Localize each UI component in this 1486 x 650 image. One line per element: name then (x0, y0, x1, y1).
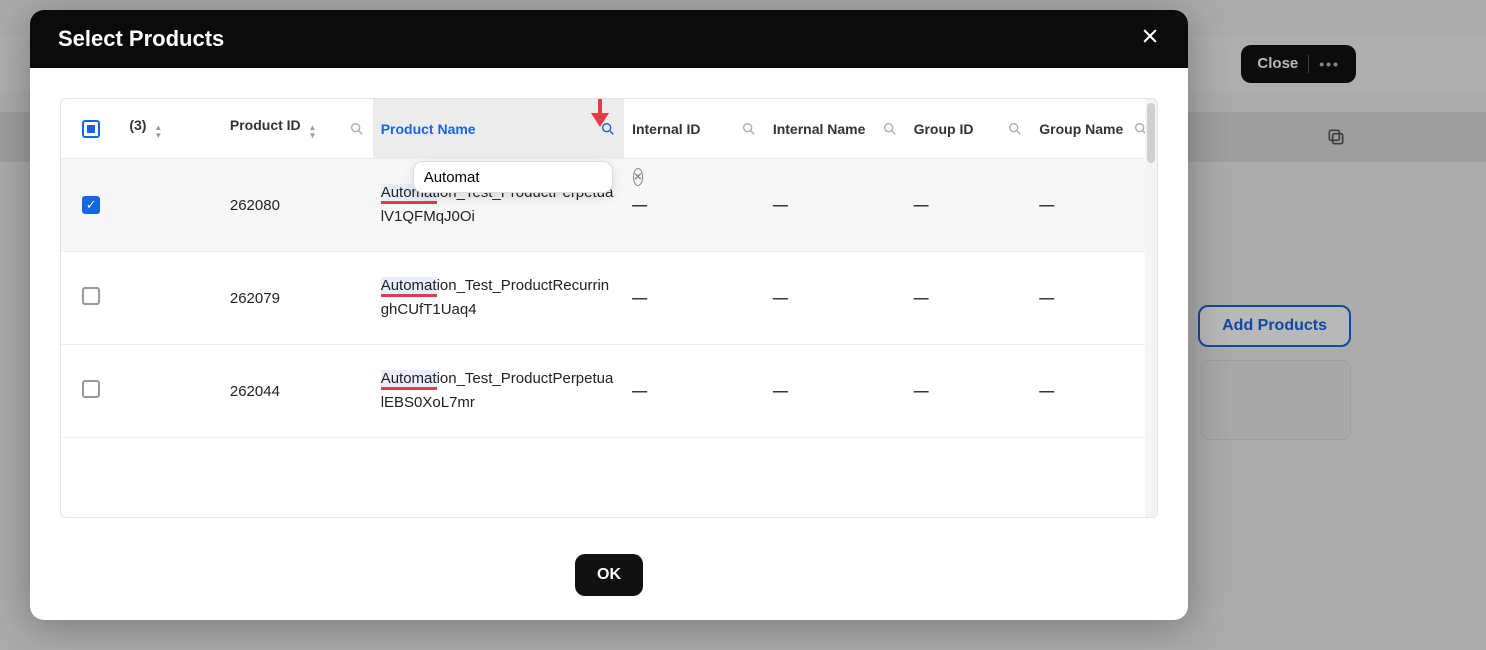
cell-product-name: Automation_Test_ProductRecurringhCUfT1Ua… (373, 252, 624, 345)
header-product-id[interactable]: Product ID ▲▼ (222, 99, 373, 159)
match-highlight: Automat (381, 277, 437, 297)
header-count-cell[interactable]: (3) ▲▼ (121, 99, 222, 159)
scrollbar-thumb[interactable] (1147, 103, 1155, 163)
sort-icon[interactable]: ▲▼ (154, 124, 162, 140)
header-internal-name-label: Internal Name (773, 121, 866, 137)
select-products-modal: Select Products (3) ▲▼ (30, 10, 1188, 620)
scrollbar-track[interactable] (1145, 99, 1157, 517)
cell-internal-id: — (624, 345, 765, 438)
cell-group-name: — (1031, 345, 1157, 438)
modal-title: Select Products (58, 26, 224, 52)
modal-footer: OK (30, 534, 1188, 620)
table-header-row: (3) ▲▼ Product ID ▲▼ Product Name (61, 99, 1157, 159)
cell-product-id: 262044 (222, 345, 373, 438)
header-group-id-label: Group ID (914, 121, 974, 137)
ok-button[interactable]: OK (575, 554, 643, 596)
products-table-wrap: (3) ▲▼ Product ID ▲▼ Product Name (60, 98, 1158, 518)
header-product-name-label: Product Name (381, 121, 476, 137)
close-icon[interactable] (1140, 26, 1160, 52)
table-row[interactable]: 262079 Automation_Test_ProductRecurringh… (61, 252, 1157, 345)
cell-product-id: 262080 (222, 159, 373, 252)
row-checkbox[interactable] (82, 287, 100, 305)
table-row[interactable]: 262044 Automation_Test_ProductPerpetualE… (61, 345, 1157, 438)
header-product-id-label: Product ID (230, 117, 301, 133)
products-table: (3) ▲▼ Product ID ▲▼ Product Name (61, 99, 1157, 438)
search-icon[interactable] (349, 121, 365, 137)
header-group-name[interactable]: Group Name (1031, 99, 1157, 159)
selected-count: (3) (129, 117, 146, 133)
row-checkbox[interactable]: ✓ (82, 196, 100, 214)
column-search-input[interactable] (424, 169, 623, 186)
match-highlight: Automat (381, 370, 437, 390)
cell-internal-name: — (765, 252, 906, 345)
column-search-popup: ✕ (413, 161, 613, 193)
header-group-id[interactable]: Group ID (906, 99, 1032, 159)
header-internal-id-label: Internal ID (632, 121, 700, 137)
cell-group-id: — (906, 345, 1032, 438)
cell-group-id: — (906, 159, 1032, 252)
header-product-name[interactable]: Product Name ✕ (373, 99, 624, 159)
header-internal-id[interactable]: Internal ID (624, 99, 765, 159)
modal-body: (3) ▲▼ Product ID ▲▼ Product Name (30, 68, 1188, 534)
row-checkbox[interactable] (82, 380, 100, 398)
sort-icon[interactable]: ▲▼ (309, 124, 317, 140)
cell-group-id: — (906, 252, 1032, 345)
cell-group-name: — (1031, 252, 1157, 345)
search-icon[interactable] (741, 121, 757, 137)
cell-group-name: — (1031, 159, 1157, 252)
cell-internal-name: — (765, 345, 906, 438)
cell-internal-id: — (624, 159, 765, 252)
cell-internal-name: — (765, 159, 906, 252)
search-icon[interactable] (1007, 121, 1023, 137)
annotation-arrow (591, 98, 609, 127)
search-icon[interactable] (882, 121, 898, 137)
cell-internal-id: — (624, 252, 765, 345)
ok-button-label: OK (597, 566, 621, 583)
cell-product-name: Automation_Test_ProductPerpetualEBS0XoL7… (373, 345, 624, 438)
header-checkbox-cell[interactable] (61, 99, 121, 159)
table-body: ✓ 262080 Automation_Test_ProductPerpetua… (61, 159, 1157, 438)
cell-product-id: 262079 (222, 252, 373, 345)
header-group-name-label: Group Name (1039, 121, 1123, 137)
header-internal-name[interactable]: Internal Name (765, 99, 906, 159)
select-all-checkbox[interactable] (82, 120, 100, 138)
clear-search-icon[interactable]: ✕ (633, 168, 643, 186)
modal-header: Select Products (30, 10, 1188, 68)
